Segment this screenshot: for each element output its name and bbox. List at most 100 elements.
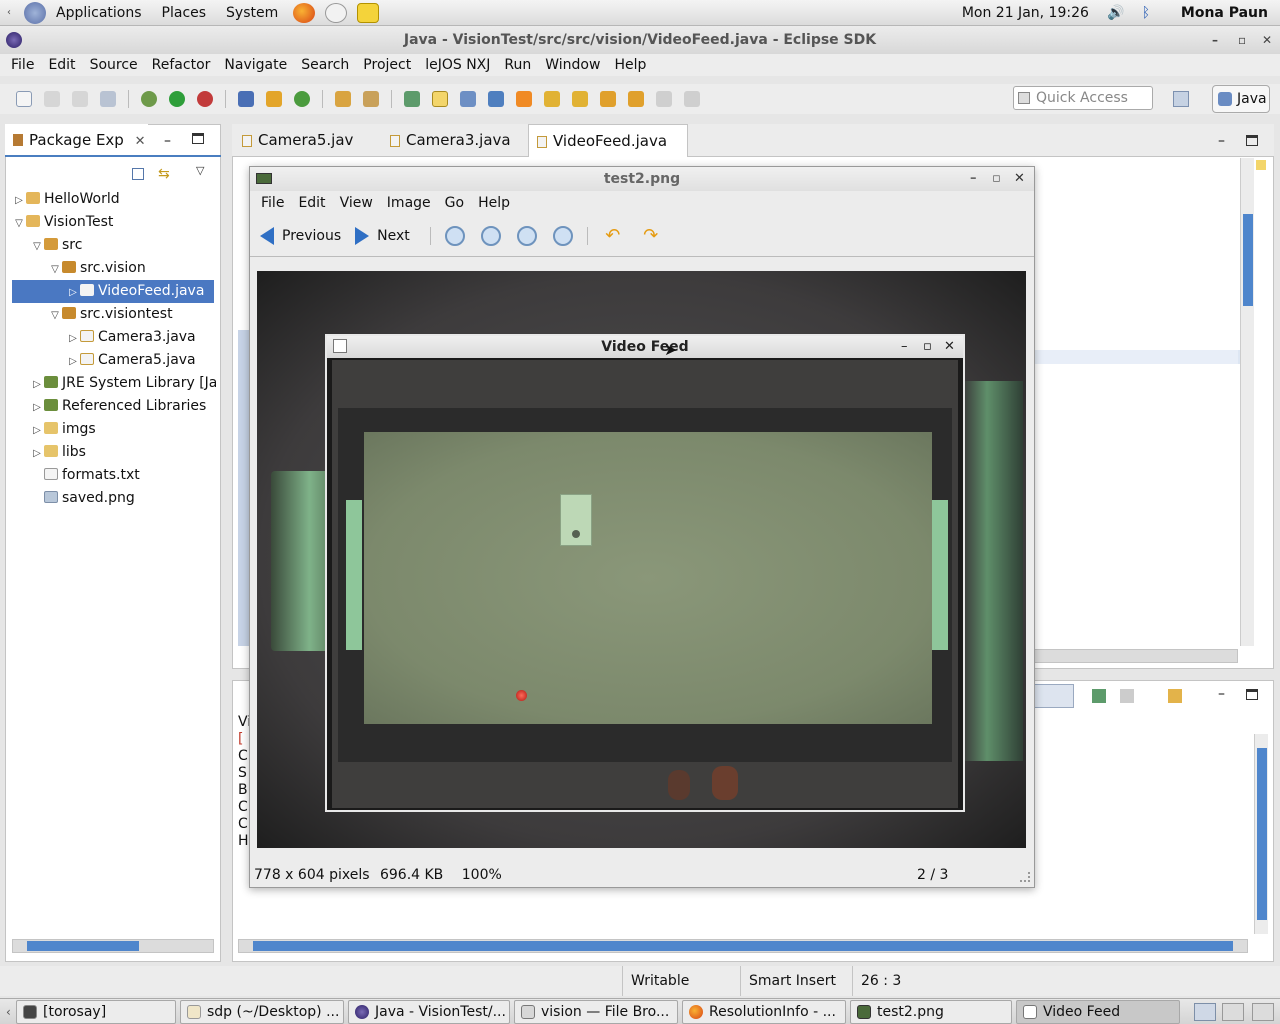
scroll-thumb[interactable] <box>253 941 1233 951</box>
tree-item-camera5-java[interactable]: ▷ Camera5.java <box>66 349 214 372</box>
package-explorer-tab[interactable]: Package Exp ✕ <box>5 124 148 156</box>
task-test2-png[interactable]: test2.png <box>850 1000 1012 1024</box>
applications-menu[interactable]: Applications <box>46 5 152 21</box>
collapse-icon[interactable]: ▽ <box>12 212 26 235</box>
view-menu-icon[interactable]: ▽ <box>196 164 204 177</box>
task-torosay[interactable]: [torosay] <box>16 1000 176 1024</box>
user-menu[interactable]: Mona Paun <box>1161 5 1280 21</box>
task-video-feed[interactable]: Video Feed <box>1016 1000 1180 1024</box>
tree-item-helloworld[interactable]: ▷ HelloWorld <box>12 188 214 211</box>
mail-launcher-icon[interactable] <box>325 2 348 23</box>
tree-item-src-vision[interactable]: ▽ src.vision <box>48 257 214 280</box>
menu-project[interactable]: Project <box>356 57 418 73</box>
maximize-editor-icon[interactable] <box>1246 135 1258 146</box>
viewer-menu-file[interactable]: File <box>254 195 291 211</box>
minimize-icon[interactable]: – <box>970 167 977 191</box>
previous-button[interactable]: Previous <box>260 227 341 245</box>
tree-item-visiontest[interactable]: ▽ VisionTest <box>12 211 214 234</box>
resize-grip-icon[interactable] <box>1020 872 1030 882</box>
close-icon[interactable]: ✕ <box>1014 167 1025 191</box>
tree-item-videofeed-java[interactable]: ▷ VideoFeed.java <box>12 280 214 303</box>
bluetooth-icon[interactable]: ᛒ <box>1137 4 1155 22</box>
maximize-view-icon[interactable] <box>192 133 204 144</box>
expand-icon[interactable]: ▷ <box>66 350 80 373</box>
minimize-icon[interactable]: – <box>1212 26 1218 54</box>
menu-navigate[interactable]: Navigate <box>217 57 294 73</box>
menu-source[interactable]: Source <box>83 57 145 73</box>
menu-run[interactable]: Run <box>497 57 538 73</box>
rotate-left-icon[interactable]: ↶ <box>602 226 624 246</box>
next-annotation-icon[interactable] <box>544 91 560 107</box>
maximize-icon[interactable]: ▫ <box>1238 26 1246 54</box>
video-feed-frame[interactable] <box>332 360 958 808</box>
tree-item-src[interactable]: ▽ src <box>30 234 214 257</box>
tree-item-formats-txt[interactable]: formats.txt <box>30 464 214 487</box>
close-view-icon[interactable]: ✕ <box>135 134 146 149</box>
new-package-icon[interactable] <box>266 91 282 107</box>
console-pin-button[interactable] <box>1030 684 1074 708</box>
maximize-icon[interactable]: ▫ <box>923 336 932 358</box>
package-explorer-hscroll[interactable] <box>12 939 214 953</box>
menu-help[interactable]: Help <box>607 57 653 73</box>
expand-icon[interactable]: ▷ <box>66 327 80 350</box>
external-tools-icon[interactable] <box>197 91 213 107</box>
link-with-editor-icon[interactable]: ⇆ <box>158 166 170 182</box>
menu-edit[interactable]: Edit <box>41 57 82 73</box>
tab-camera3[interactable]: Camera3.java <box>382 124 528 157</box>
maximize-console-icon[interactable] <box>1246 689 1258 700</box>
tree-item-libs[interactable]: ▷ libs <box>30 441 214 464</box>
menu-search[interactable]: Search <box>294 57 356 73</box>
open-perspective-icon[interactable] <box>1173 91 1189 107</box>
viewer-menu-view[interactable]: View <box>333 195 380 211</box>
places-menu[interactable]: Places <box>152 5 217 21</box>
mark-occurrences-icon[interactable] <box>432 91 448 107</box>
viewer-menu-go[interactable]: Go <box>438 195 471 211</box>
gnome-foot-icon[interactable] <box>24 1 46 24</box>
new-console-icon[interactable] <box>1168 689 1182 703</box>
workspace-2-icon[interactable] <box>1222 1003 1244 1021</box>
tree-item-imgs[interactable]: ▷ imgs <box>30 418 214 441</box>
display-console-icon[interactable] <box>1120 689 1134 703</box>
save-all-icon[interactable] <box>72 91 88 107</box>
back-icon[interactable] <box>628 91 644 107</box>
expand-icon[interactable]: ▷ <box>30 419 44 442</box>
expand-icon[interactable]: ▷ <box>30 396 44 419</box>
collapse-all-icon[interactable] <box>132 168 144 180</box>
scroll-thumb[interactable] <box>27 941 139 951</box>
clock[interactable]: Mon 21 Jan, 19:26 <box>950 5 1101 21</box>
minimize-console-icon[interactable]: – <box>1218 686 1225 702</box>
forward-icon[interactable] <box>656 91 672 107</box>
next-button[interactable]: Next <box>355 227 410 245</box>
task-eclipse[interactable]: Java - VisionTest/... <box>348 1000 510 1024</box>
taskbar-left-arrow-icon[interactable]: ‹ <box>6 1005 11 1019</box>
notes-launcher-icon[interactable] <box>357 2 380 23</box>
scroll-thumb[interactable] <box>1257 748 1267 920</box>
image-viewer-title-bar[interactable]: test2.png – ▫ ✕ <box>250 167 1034 191</box>
menu-file[interactable]: File <box>4 57 41 73</box>
tree-item-jre-library[interactable]: ▷ JRE System Library [Ja <box>30 372 216 395</box>
save-icon[interactable] <box>44 91 60 107</box>
panel-left-arrow-icon[interactable]: ‹ <box>4 7 14 18</box>
toggle-breadcrumb-icon[interactable] <box>404 91 420 107</box>
close-icon[interactable]: ✕ <box>944 336 955 358</box>
console-hscroll[interactable] <box>238 939 1248 953</box>
collapse-icon[interactable]: ▽ <box>48 258 62 281</box>
console-vscroll[interactable] <box>1254 734 1268 934</box>
collapse-icon[interactable]: ▽ <box>30 235 44 258</box>
minimize-view-icon[interactable]: – <box>164 133 171 149</box>
minimize-editor-icon[interactable]: – <box>1218 133 1225 149</box>
volume-icon[interactable]: 🔊 <box>1107 4 1125 22</box>
tree-item-referenced-libraries[interactable]: ▷ Referenced Libraries <box>30 395 214 418</box>
run-icon[interactable] <box>169 91 185 107</box>
zoom-normal-icon[interactable] <box>516 226 537 246</box>
pin-editor-icon[interactable] <box>684 91 700 107</box>
viewer-menu-image[interactable]: Image <box>380 195 438 211</box>
viewer-menu-help[interactable]: Help <box>471 195 517 211</box>
task-sdp[interactable]: sdp (~/Desktop) ... <box>180 1000 344 1024</box>
quick-access-input[interactable]: Quick Access <box>1013 86 1153 110</box>
tree-item-camera3-java[interactable]: ▷ Camera3.java <box>66 326 214 349</box>
new-class-icon[interactable] <box>294 91 310 107</box>
java-icon[interactable] <box>516 91 532 107</box>
zoom-fit-icon[interactable] <box>552 226 573 246</box>
editor-hscroll[interactable] <box>1034 649 1238 663</box>
